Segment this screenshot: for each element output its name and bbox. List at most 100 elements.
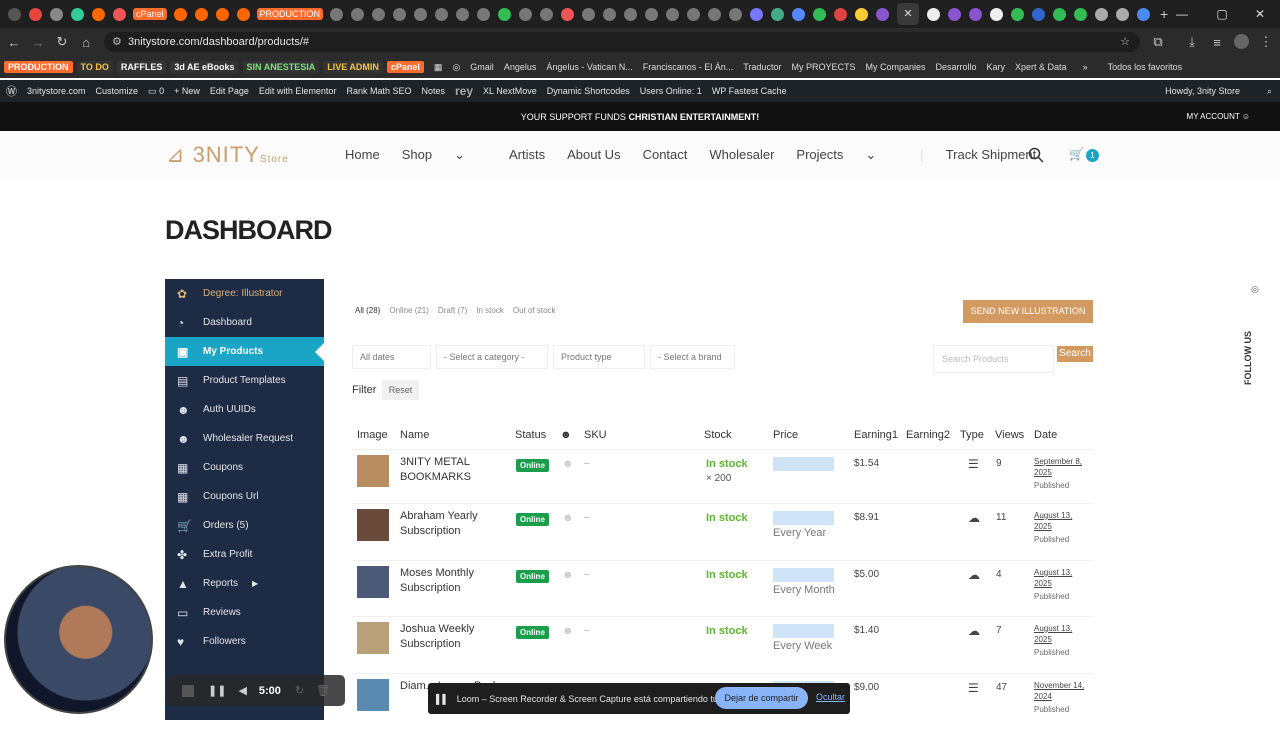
tab-favicon[interactable] bbox=[927, 7, 941, 21]
col-date[interactable]: Date bbox=[1034, 429, 1057, 441]
tab-favicon[interactable] bbox=[519, 7, 533, 21]
tab-favicon[interactable] bbox=[1137, 7, 1151, 21]
send-new-illustration-button[interactable]: SEND NEW ILLUSTRATION bbox=[963, 300, 1093, 323]
forward-icon[interactable]: → bbox=[26, 35, 50, 50]
menu-projects[interactable]: Projects ⌄ bbox=[796, 147, 898, 163]
mute-icon[interactable]: ◀ bbox=[238, 684, 246, 697]
bookmark-gmail[interactable]: Gmail bbox=[470, 62, 494, 72]
sidebar-item-product-templates[interactable]: ▤ Product Templates bbox=[165, 366, 324, 395]
all-bookmarks-folder[interactable]: Todos los favoritos bbox=[1108, 62, 1183, 72]
tab-favicon[interactable] bbox=[750, 7, 764, 21]
menu-about[interactable]: About Us bbox=[567, 147, 620, 163]
tab-favicon[interactable] bbox=[1116, 7, 1130, 21]
tab-favicon[interactable] bbox=[1095, 7, 1109, 21]
col-sku[interactable]: SKU bbox=[584, 429, 607, 441]
tab-favicon[interactable] bbox=[477, 7, 491, 21]
restart-icon[interactable]: ↻ bbox=[295, 684, 304, 697]
apps-grid-icon[interactable]: ▦ bbox=[434, 62, 443, 73]
filter-draft[interactable]: Draft (7) bbox=[438, 306, 467, 315]
search-icon[interactable] bbox=[1028, 147, 1044, 163]
tab-favicon[interactable] bbox=[71, 7, 84, 21]
bookmark-cpanel[interactable]: cPanel bbox=[386, 61, 424, 73]
tab-favicon[interactable] bbox=[215, 7, 229, 21]
product-name-link[interactable]: 3NITY METAL BOOKMARKS bbox=[400, 455, 500, 485]
bookmark-angelus[interactable]: Angelus bbox=[504, 62, 537, 72]
tab-favicon[interactable] bbox=[50, 7, 63, 21]
tab-favicon[interactable] bbox=[351, 7, 365, 21]
wordpress-logo-icon[interactable]: Ⓦ bbox=[6, 83, 17, 99]
instagram-icon[interactable]: ◎ bbox=[1251, 284, 1259, 295]
bookmark-ebooks[interactable]: 3d AE eBooks bbox=[170, 61, 239, 73]
col-name[interactable]: Name bbox=[400, 429, 429, 441]
downloads-icon[interactable]: ⤓ bbox=[1180, 34, 1204, 50]
tab-production[interactable]: PRODUCTION bbox=[256, 8, 324, 20]
sidebar-item-extra-profit[interactable]: ✤ Extra Profit bbox=[165, 540, 324, 569]
tab-favicon[interactable] bbox=[948, 7, 962, 21]
date-link[interactable]: August 13, 2025 bbox=[1034, 510, 1086, 532]
wp-site-link[interactable]: 3nitystore.com bbox=[27, 86, 86, 96]
site-logo[interactable]: ⊿ 3NITYStore bbox=[166, 142, 289, 168]
bookmark-folder-desarrollo[interactable]: Desarrollo bbox=[936, 62, 977, 72]
filter-button[interactable]: Filter bbox=[352, 384, 376, 396]
wp-elementor[interactable]: Edit with Elementor bbox=[259, 86, 337, 96]
stop-recording-icon[interactable] bbox=[182, 684, 194, 697]
tab-favicon[interactable] bbox=[194, 7, 208, 21]
sidebar-item-dashboard[interactable]: ◔ Dashboard bbox=[165, 308, 324, 337]
sidebar-item-coupons[interactable]: ▦ Coupons bbox=[165, 453, 324, 482]
reload-icon[interactable]: ↻ bbox=[50, 34, 74, 50]
tab-favicon[interactable] bbox=[92, 7, 105, 21]
wp-howdy[interactable]: Howdy, 3nity Store bbox=[1165, 86, 1240, 96]
more-bookmarks-icon[interactable]: » bbox=[1083, 62, 1088, 72]
extensions-icon[interactable]: ⧉ bbox=[1146, 34, 1170, 50]
date-link[interactable]: August 13, 2025 bbox=[1034, 567, 1086, 589]
url-bar[interactable]: ⚙ 3nitystore.com/dashboard/products/# ☆ bbox=[104, 32, 1140, 52]
product-thumbnail[interactable] bbox=[357, 509, 389, 541]
tab-favicon[interactable] bbox=[330, 7, 344, 21]
wp-notes[interactable]: Notes bbox=[421, 86, 445, 96]
wp-customize[interactable]: Customize bbox=[96, 86, 139, 96]
category-select[interactable]: - Select a category - bbox=[436, 345, 548, 369]
product-type-select[interactable]: Product type bbox=[553, 345, 645, 369]
date-link[interactable]: November 14, 2024 bbox=[1034, 680, 1086, 702]
menu-wholesaler[interactable]: Wholesaler bbox=[709, 147, 774, 163]
bookmark-production[interactable]: PRODUCTION bbox=[4, 61, 73, 73]
tab-favicon[interactable] bbox=[236, 7, 250, 21]
search-button[interactable]: Search bbox=[1057, 346, 1093, 362]
webcam-bubble[interactable] bbox=[4, 565, 153, 714]
back-icon[interactable]: ← bbox=[2, 35, 26, 50]
tab-favicon[interactable] bbox=[834, 7, 848, 21]
bookmark-folder-kary[interactable]: Kary bbox=[987, 62, 1006, 72]
tab-favicon[interactable] bbox=[1011, 7, 1025, 21]
tab-favicon[interactable] bbox=[645, 7, 659, 21]
date-link[interactable]: September 8, 2025 bbox=[1034, 456, 1086, 478]
brand-select[interactable]: - Select a brand bbox=[650, 345, 735, 369]
tab-favicon[interactable] bbox=[876, 7, 890, 21]
site-info-icon[interactable]: ⚙ bbox=[112, 32, 122, 52]
product-thumbnail[interactable] bbox=[357, 622, 389, 654]
wp-comments[interactable]: ▭ 0 bbox=[148, 86, 164, 97]
menu-home[interactable]: Home bbox=[345, 147, 380, 163]
tab-favicon[interactable] bbox=[666, 7, 680, 21]
bookmark-traductor[interactable]: Traductor bbox=[743, 62, 781, 72]
tab-favicon[interactable] bbox=[708, 7, 722, 21]
tab-favicon[interactable] bbox=[624, 7, 638, 21]
sidebar-item-auth-uuids[interactable]: ☻ Auth UUIDs bbox=[165, 395, 324, 424]
filter-out-of-stock[interactable]: Out of stock bbox=[513, 306, 556, 315]
price-field[interactable] bbox=[773, 511, 834, 525]
active-tab-close-icon[interactable]: ✕ bbox=[897, 3, 920, 25]
wp-rey[interactable]: rey bbox=[455, 84, 473, 98]
sidebar-item-reports[interactable]: ▲ Reports ▶ bbox=[165, 569, 324, 598]
tab-favicon[interactable] bbox=[456, 7, 470, 21]
tab-favicon[interactable] bbox=[372, 7, 386, 21]
price-field[interactable] bbox=[773, 568, 834, 582]
bookmark-globe-icon[interactable]: ◎ bbox=[452, 62, 460, 73]
bookmark-folder-companies[interactable]: My Companies bbox=[865, 62, 925, 72]
sidebar-item-my-products[interactable]: ▣ My Products bbox=[165, 337, 324, 366]
maximize-icon[interactable]: ▢ bbox=[1202, 0, 1242, 28]
tab-favicon[interactable] bbox=[1032, 7, 1046, 21]
tab-favicon[interactable] bbox=[1053, 7, 1067, 21]
product-thumbnail[interactable] bbox=[357, 679, 389, 711]
browser-menu-icon[interactable]: ⋮ bbox=[1254, 34, 1278, 50]
wp-edit-page[interactable]: Edit Page bbox=[210, 86, 249, 96]
tab-favicon[interactable] bbox=[855, 7, 869, 21]
